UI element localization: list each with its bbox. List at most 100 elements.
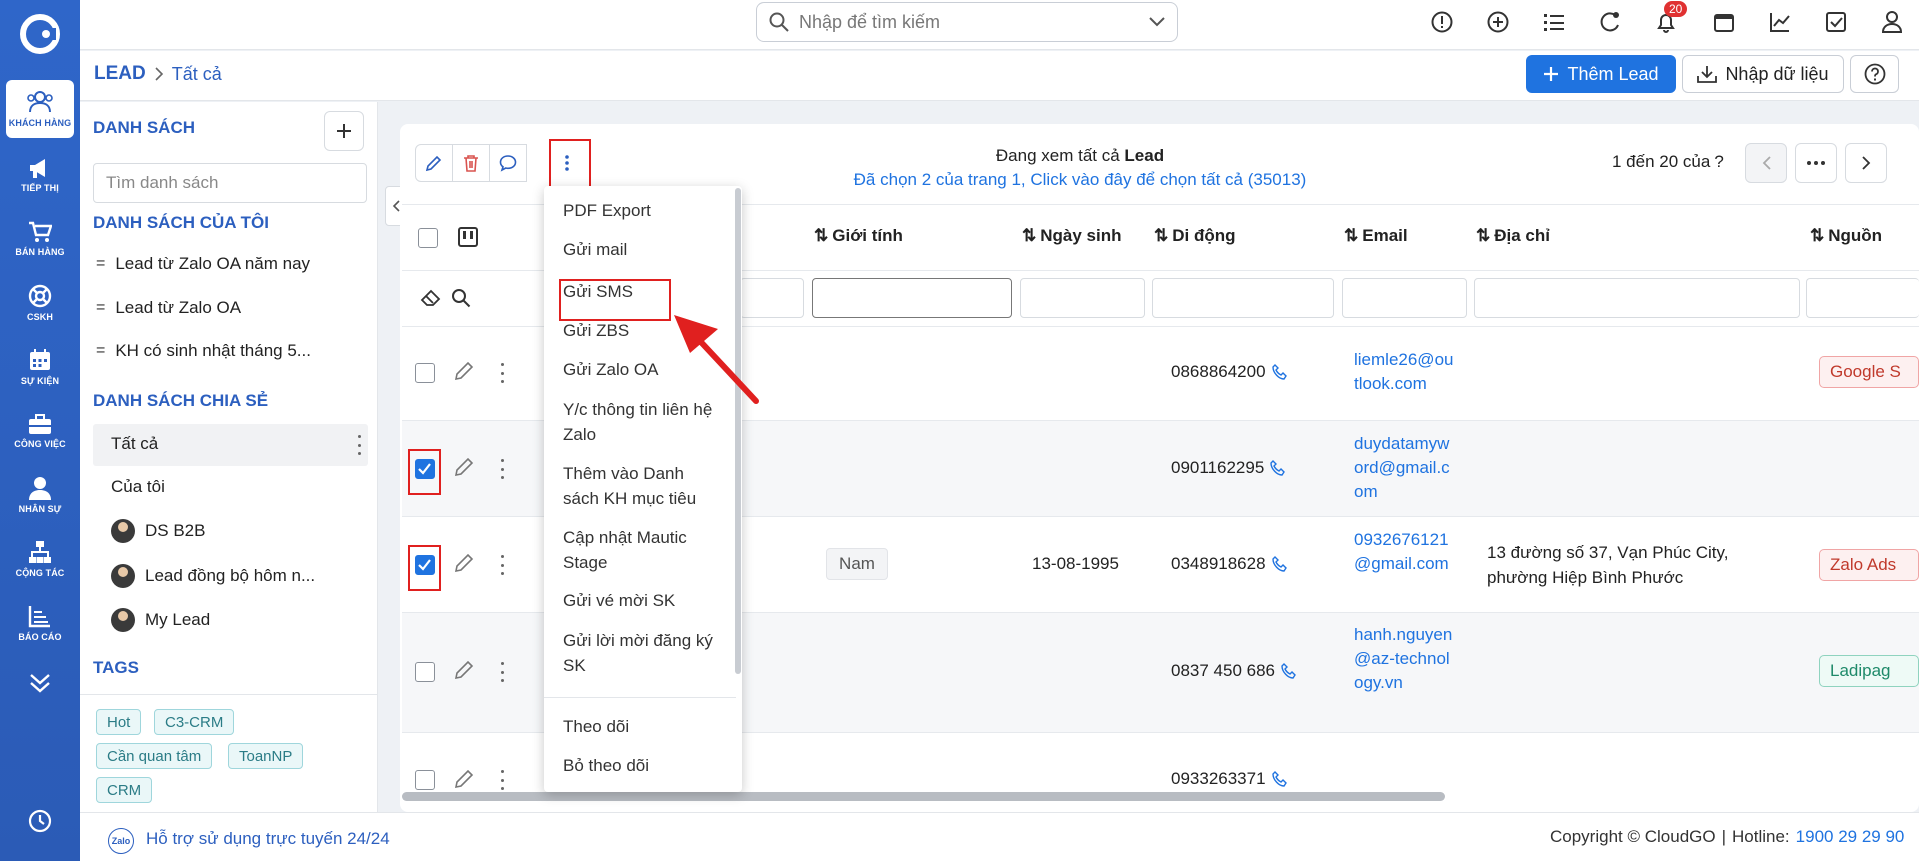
help-button[interactable]	[1850, 55, 1899, 93]
column-header-gender[interactable]: ⇅ Giới tính	[814, 226, 903, 246]
mobile-cell[interactable]: 0837 450 686	[1171, 661, 1297, 681]
filter-source-input[interactable]	[1806, 278, 1919, 318]
mobile-cell[interactable]: 0901162295	[1171, 458, 1286, 478]
prev-page-button[interactable]	[1745, 143, 1787, 183]
shared-item[interactable]: My Lead	[111, 608, 210, 632]
more-options-icon[interactable]	[356, 435, 362, 455]
chart-line-icon[interactable]	[1768, 10, 1792, 34]
email-cell[interactable]: hanh.nguyen@az-technology.vn	[1354, 623, 1458, 695]
filter-mobile-input[interactable]	[1152, 278, 1334, 318]
phone-icon[interactable]	[1281, 663, 1297, 679]
tag-chip[interactable]: Hot	[96, 709, 142, 735]
nav-events[interactable]: SỰ KIỆN	[6, 338, 74, 396]
nav-sales[interactable]: BÁN HÀNG	[6, 210, 74, 268]
nav-reports[interactable]: BÁO CÁO	[6, 594, 74, 652]
phone-icon[interactable]	[1271, 364, 1288, 380]
task-check-icon[interactable]	[1824, 10, 1848, 34]
drag-handle-icon[interactable]: =	[96, 299, 105, 317]
pencil-icon[interactable]	[453, 659, 475, 681]
nav-customers[interactable]: KHÁCH HÀNG	[6, 80, 74, 138]
column-header-email[interactable]: ⇅ Email	[1344, 226, 1408, 246]
row-checkbox[interactable]	[415, 363, 435, 383]
nav-collaboration[interactable]: CỘNG TÁC	[6, 530, 74, 588]
filter-address-input[interactable]	[1474, 278, 1800, 318]
alert-icon[interactable]	[1430, 10, 1454, 34]
menu-item-send-event-invite[interactable]: Gửi lời mời đăng ký SK	[563, 628, 723, 678]
row-checkbox[interactable]	[415, 662, 435, 682]
menu-item-send-event-ticket[interactable]: Gửi vé mời SK	[563, 588, 723, 613]
support-link[interactable]: Hỗ trợ sử dụng trực tuyến 24/24	[146, 829, 390, 849]
drag-handle-icon[interactable]: =	[96, 255, 105, 273]
drag-handle-icon[interactable]: =	[96, 342, 105, 360]
tag-chip[interactable]: CRM	[96, 777, 153, 803]
delete-button[interactable]	[452, 144, 490, 182]
search-input[interactable]: Nhập để tìm kiếm	[799, 12, 1139, 33]
menu-item-send-mail[interactable]: Gửi mail	[563, 237, 723, 262]
list-item[interactable]: = KH có sinh nhật tháng 5...	[96, 341, 311, 361]
row-more-icon[interactable]	[499, 662, 505, 682]
zalo-icon[interactable]: Zalo	[108, 828, 134, 854]
chevron-down-icon[interactable]	[1149, 17, 1165, 27]
email-cell[interactable]: 0932676121@gmail.com	[1354, 528, 1458, 576]
phone-icon[interactable]	[1271, 556, 1288, 572]
nav-tasks[interactable]: CÔNG VIỆC	[6, 402, 74, 460]
mobile-cell[interactable]: 0933263371	[1171, 769, 1288, 789]
horizontal-scrollbar[interactable]	[402, 792, 1445, 801]
menu-item-follow[interactable]: Theo dõi	[563, 714, 723, 739]
list-item[interactable]: = Lead từ Zalo OA năm nay	[96, 254, 310, 274]
select-all-link[interactable]: Đã chọn 2 của trang 1, Click vào đây để …	[740, 168, 1420, 192]
global-search[interactable]: Nhập để tìm kiếm	[756, 2, 1178, 42]
menu-item-update-mautic-stage[interactable]: Cập nhật Mautic Stage	[563, 525, 723, 575]
hotline-number[interactable]: 1900 29 29 90	[1796, 827, 1905, 847]
filter-email-input[interactable]	[1342, 278, 1467, 318]
breadcrumb-current[interactable]: Tất cả	[172, 64, 222, 85]
shared-item[interactable]: DS B2B	[111, 519, 205, 543]
refresh-icon[interactable]	[1598, 10, 1622, 34]
tag-chip[interactable]: Cần quan tâm	[96, 743, 213, 769]
add-circle-icon[interactable]	[1486, 10, 1510, 34]
calendar-icon[interactable]	[1712, 10, 1736, 34]
list-item[interactable]: = Lead từ Zalo OA	[96, 298, 241, 318]
menu-item-add-target-list[interactable]: Thêm vào Danh sách KH mục tiêu	[563, 461, 723, 511]
email-cell[interactable]: liemle26@outlook.com	[1354, 348, 1458, 396]
edit-button[interactable]	[415, 144, 453, 182]
list-search-input[interactable]: Tìm danh sách	[93, 163, 367, 203]
user-icon[interactable]	[1880, 10, 1904, 34]
mobile-cell[interactable]: 0868864200	[1171, 362, 1288, 382]
more-icon[interactable]	[27, 670, 53, 696]
mobile-cell[interactable]: 0348918628	[1171, 554, 1288, 574]
search-icon[interactable]	[451, 288, 471, 308]
pencil-icon[interactable]	[453, 360, 475, 382]
add-lead-button[interactable]: Thêm Lead	[1526, 55, 1676, 93]
column-settings-icon[interactable]	[458, 227, 478, 247]
column-header-source[interactable]: ⇅ Nguồn	[1810, 226, 1882, 246]
column-header-address[interactable]: ⇅ Địa chỉ	[1476, 226, 1550, 246]
tag-chip[interactable]: ToanNP	[228, 743, 304, 769]
column-header-mobile[interactable]: ⇅ Di động	[1154, 226, 1236, 246]
nav-hr[interactable]: NHÂN SỰ	[6, 466, 74, 524]
list-icon[interactable]	[1542, 10, 1566, 34]
row-more-icon[interactable]	[499, 770, 505, 790]
nav-marketing[interactable]: TIẾP THỊ	[6, 146, 74, 204]
row-checkbox[interactable]	[415, 770, 435, 790]
row-more-icon[interactable]	[499, 363, 505, 383]
phone-icon[interactable]	[1271, 771, 1288, 787]
clear-filter-icon[interactable]	[420, 287, 442, 307]
row-more-icon[interactable]	[499, 555, 505, 575]
filter-birthday-input[interactable]	[1020, 278, 1145, 318]
shared-item-all[interactable]: Tất cả	[93, 424, 368, 466]
column-header-birthday[interactable]: ⇅ Ngày sinh	[1022, 226, 1122, 246]
email-cell[interactable]: duydatamyword@gmail.com	[1354, 432, 1458, 504]
menu-scrollbar[interactable]	[735, 188, 741, 674]
pencil-icon[interactable]	[453, 768, 475, 790]
tag-chip[interactable]: C3-CRM	[154, 709, 235, 735]
menu-item-pdf-export[interactable]: PDF Export	[563, 198, 723, 223]
total-unknown[interactable]: ?	[1714, 152, 1723, 172]
breadcrumb-root[interactable]: LEAD	[94, 63, 146, 85]
filter-gender-input[interactable]	[812, 278, 1012, 318]
shared-item-mine[interactable]: Của tôi	[111, 477, 165, 497]
import-data-button[interactable]: Nhập dữ liệu	[1682, 55, 1844, 93]
pencil-icon[interactable]	[453, 456, 475, 478]
select-all-checkbox[interactable]	[418, 228, 438, 248]
pencil-icon[interactable]	[453, 552, 475, 574]
